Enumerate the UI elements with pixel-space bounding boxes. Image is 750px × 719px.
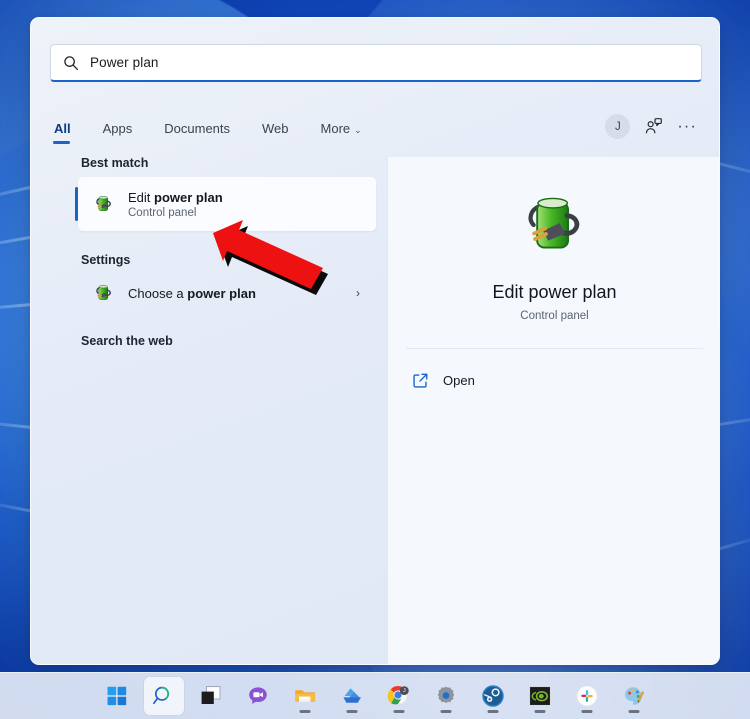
svg-text:J: J: [402, 688, 405, 694]
preview-subtitle: Control panel: [520, 310, 589, 322]
section-heading-best-match: Best match: [81, 156, 149, 170]
taskbar-item-nvidia[interactable]: [520, 677, 560, 715]
section-heading-settings: Settings: [81, 253, 131, 267]
taskbar-item-steam[interactable]: [473, 677, 513, 715]
taskbar: J: [0, 672, 750, 719]
avatar[interactable]: J: [605, 114, 631, 139]
search-flyout-panel: Power plan All Apps Documents Web More ⌄ …: [30, 17, 720, 665]
taskbar-item-search[interactable]: [143, 677, 184, 715]
tab-apps-label: Apps: [102, 121, 133, 136]
result-subtitle: Control panel: [128, 206, 197, 219]
taskbar-running-indicator: [487, 710, 498, 713]
taskbar-item-chat[interactable]: [238, 677, 278, 715]
tab-web-label: Web: [262, 121, 289, 136]
battery-plug-icon: [96, 196, 111, 211]
tab-web[interactable]: Web: [260, 117, 291, 145]
more-options-button[interactable]: ···: [677, 118, 697, 135]
steam-icon: [481, 685, 504, 707]
result-text-block: Edit power plan Control panel: [128, 190, 223, 219]
gear-icon: [437, 686, 454, 703]
tab-all-label: All: [54, 121, 71, 136]
taskbar-item-start[interactable]: [97, 677, 137, 715]
taskbar-running-indicator: [628, 710, 639, 713]
onedrive-icon: [342, 688, 361, 703]
taskbar-item-task-view[interactable]: [191, 677, 231, 715]
taskbar-running-indicator: [440, 710, 451, 713]
battery-plug-icon: [527, 197, 579, 249]
search-results-list: Best match Edit power plan Control panel…: [31, 156, 386, 355]
tab-apps[interactable]: Apps: [101, 117, 135, 145]
paint-icon: [624, 687, 644, 705]
preview-title: Edit power plan: [492, 282, 617, 302]
feedback-person-icon[interactable]: [644, 117, 663, 136]
avatar-initial: J: [615, 120, 621, 133]
taskbar-item-paint[interactable]: [614, 677, 654, 715]
taskbar-item-file-explorer[interactable]: [285, 677, 325, 715]
battery-plug-icon: [96, 285, 111, 300]
windows-start-icon: [107, 686, 126, 706]
preview-hero: Edit power plan Control panel: [388, 157, 719, 322]
search-icon: [152, 686, 169, 705]
taskbar-item-slack[interactable]: [567, 677, 607, 715]
tab-all[interactable]: All: [52, 117, 73, 145]
file-explorer-icon: [294, 690, 315, 702]
chat-icon: [248, 687, 267, 704]
taskbar-running-indicator: [346, 710, 357, 713]
taskbar-running-indicator: [393, 710, 404, 713]
taskbar-running-indicator: [581, 710, 592, 713]
tab-documents[interactable]: Documents: [162, 117, 232, 145]
search-input-value: Power plan: [90, 55, 159, 70]
tab-more-label: More: [320, 121, 351, 136]
chrome-icon: J: [387, 685, 409, 705]
taskbar-running-indicator: [534, 710, 545, 713]
section-heading-search-the-web: Search the web: [81, 334, 173, 348]
preview-panel: Edit power plan Control panel Open: [387, 157, 719, 664]
tab-more[interactable]: More ⌄: [319, 117, 364, 145]
taskbar-running-indicator: [299, 710, 310, 713]
result-title: Edit power plan: [128, 189, 223, 205]
preview-action-open[interactable]: Open: [402, 363, 711, 397]
taskbar-item-onedrive[interactable]: [332, 677, 372, 715]
chevron-down-icon: ⌄: [354, 125, 362, 135]
chevron-right-icon[interactable]: ›: [356, 286, 360, 300]
open-external-icon: [413, 373, 428, 388]
slack-icon: [576, 685, 597, 707]
task-view-icon: [201, 686, 220, 704]
taskbar-items: J: [97, 677, 654, 715]
search-icon: [64, 55, 79, 70]
result-settings-choose-a-power-plan[interactable]: Choose a power plan ›: [78, 274, 376, 312]
list-item-label: Choose a power plan: [128, 285, 256, 301]
search-header-actions: J ···: [605, 114, 697, 139]
taskbar-item-chrome[interactable]: J: [379, 677, 419, 715]
divider: [406, 348, 703, 349]
desktop: Power plan All Apps Documents Web More ⌄ …: [0, 0, 750, 719]
taskbar-item-settings[interactable]: [426, 677, 466, 715]
tab-documents-label: Documents: [164, 121, 231, 136]
preview-action-label: Open: [443, 372, 475, 388]
result-best-match-edit-power-plan[interactable]: Edit power plan Control panel: [75, 177, 376, 231]
nvidia-icon: [528, 685, 551, 707]
search-input[interactable]: Power plan: [50, 44, 702, 82]
